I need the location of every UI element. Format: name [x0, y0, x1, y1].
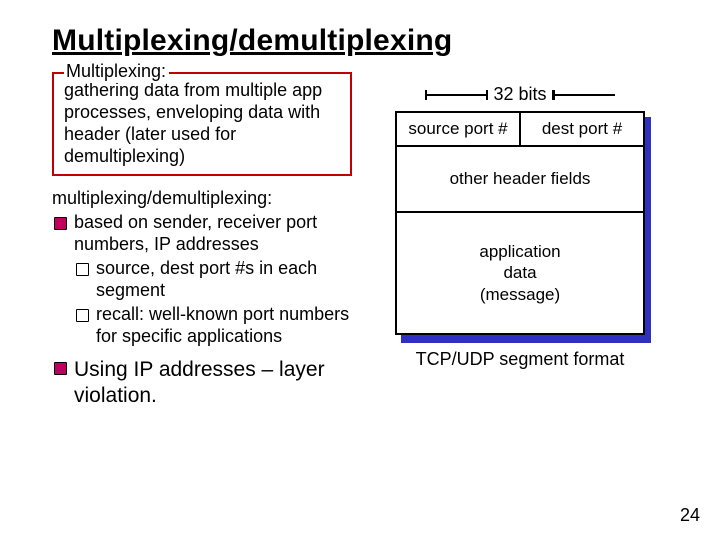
- multiplexing-box: Multiplexing: gathering data from multip…: [52, 72, 352, 176]
- source-port-cell: source port #: [397, 113, 521, 145]
- diagram-stack: source port # dest port # other header f…: [395, 111, 645, 335]
- page-number: 24: [680, 505, 700, 526]
- dimension-line-right: [553, 94, 615, 96]
- mux-subtitle: multiplexing/demultiplexing:: [52, 188, 352, 210]
- dest-port-cell: dest port #: [521, 113, 643, 145]
- box-legend: Multiplexing:: [64, 61, 169, 83]
- other-header-row: other header fields: [397, 147, 643, 213]
- slide-content: Multiplexing: gathering data from multip…: [52, 72, 680, 409]
- bullet-level2: recall: well-known port numbers for spec…: [74, 304, 352, 348]
- bullet-text: source, dest port #s in each segment: [96, 258, 317, 300]
- dimension-line-left: [425, 94, 487, 96]
- bullet-level1: based on sender, receiver port numbers, …: [52, 212, 352, 348]
- left-column: Multiplexing: gathering data from multip…: [52, 72, 352, 409]
- bullet-text: Using IP addresses – layer violation.: [74, 358, 325, 407]
- segment-diagram: source port # dest port # other header f…: [395, 111, 645, 335]
- mux-block: multiplexing/demultiplexing: based on se…: [52, 188, 352, 409]
- ports-row: source port # dest port #: [397, 113, 643, 147]
- bits-label-row: 32 bits: [380, 84, 660, 105]
- slide-title: Multiplexing/demultiplexing: [52, 24, 680, 58]
- payload-row: application data (message): [397, 213, 643, 333]
- bits-label: 32 bits: [493, 84, 546, 105]
- bullet-text: recall: well-known port numbers for spec…: [96, 304, 349, 346]
- bullet-level2: source, dest port #s in each segment: [74, 258, 352, 302]
- bullet-level1: Using IP addresses – layer violation.: [52, 357, 352, 408]
- box-body: gathering data from multiple app process…: [64, 80, 340, 168]
- payload-cell: application data (message): [397, 213, 643, 333]
- bullet-text: based on sender, receiver port numbers, …: [74, 212, 317, 254]
- right-column: 32 bits source port # dest port # other …: [380, 72, 660, 370]
- other-header-cell: other header fields: [397, 147, 643, 211]
- diagram-caption: TCP/UDP segment format: [380, 349, 660, 370]
